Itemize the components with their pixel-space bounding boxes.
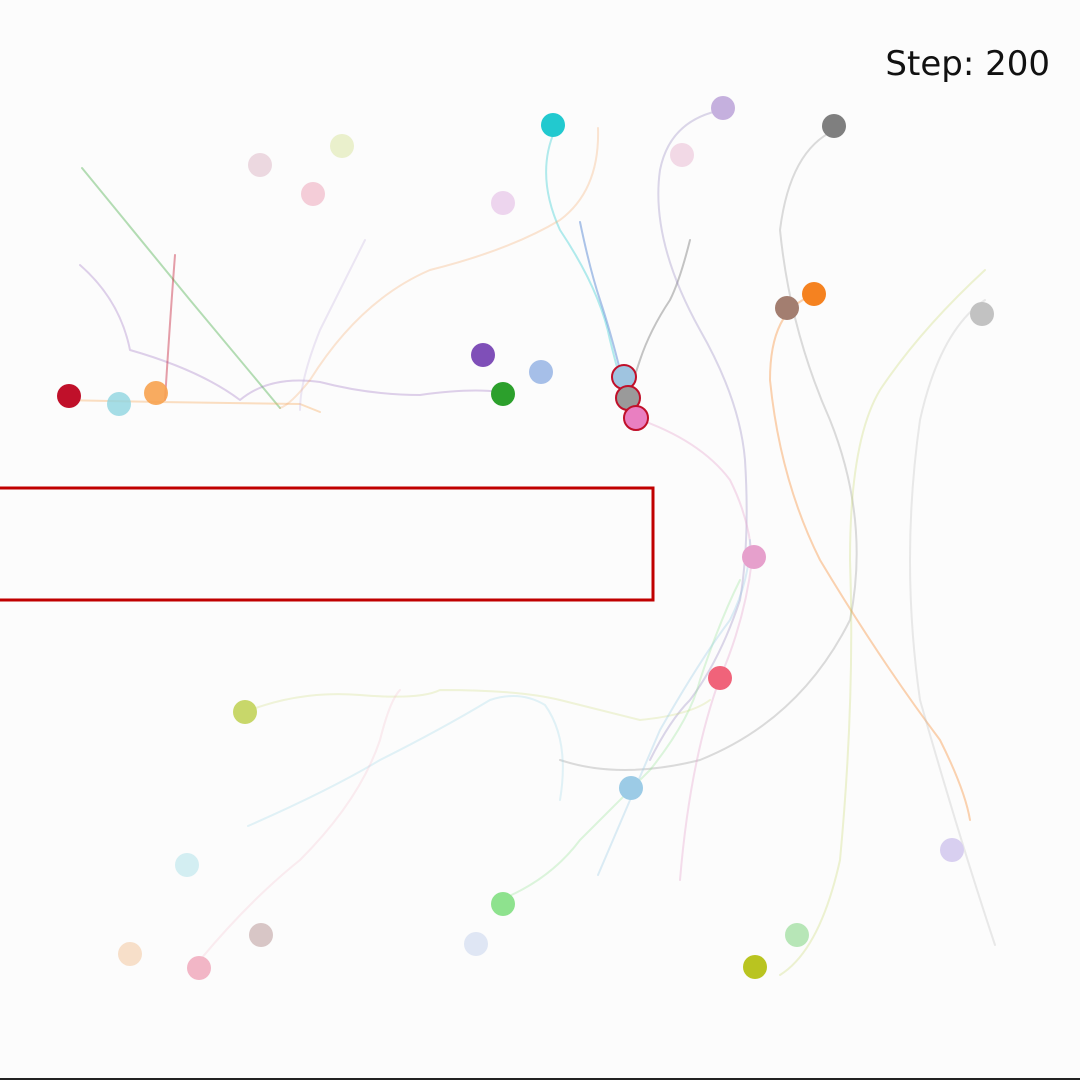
trail-t3 <box>59 399 321 413</box>
trail-t1 <box>81 167 281 409</box>
trail-t17 <box>597 539 751 876</box>
agent-palepink <box>248 153 272 177</box>
agent-steel <box>611 364 637 390</box>
trails-layer <box>59 109 996 976</box>
trail-t2 <box>79 264 501 401</box>
agent-red <box>57 384 81 408</box>
trail-t7 <box>579 221 621 371</box>
agent-orange <box>802 282 826 306</box>
agent-orange-light <box>144 381 168 405</box>
agent-paleblue <box>464 932 488 956</box>
agent-mint <box>785 923 809 947</box>
obstacle-rectangle <box>0 486 655 602</box>
agent-cyan-light <box>107 392 131 416</box>
agent-icecyan <box>175 853 199 877</box>
trail-t11 <box>769 295 971 821</box>
agents-layer <box>57 96 994 980</box>
agent-lavender <box>711 96 735 120</box>
trail-t8 <box>627 239 691 397</box>
agent-rose <box>187 956 211 980</box>
agent-palepink2 <box>670 143 694 167</box>
trail-t15 <box>499 579 741 901</box>
agent-skyblue <box>619 776 643 800</box>
agent-olive <box>743 955 767 979</box>
simulation-canvas: Step: 200 <box>0 0 1080 1080</box>
trail-t20 <box>199 689 401 961</box>
agent-palecream <box>330 134 354 158</box>
trail-t16 <box>244 689 711 721</box>
agent-lilac <box>940 838 964 862</box>
agent-peach <box>118 942 142 966</box>
agent-purple <box>471 343 495 367</box>
agent-green <box>491 382 515 406</box>
agent-paleviolet <box>491 191 515 215</box>
agent-red-mid <box>708 666 732 690</box>
trail-t12 <box>779 269 986 976</box>
agent-gray-light <box>970 302 994 326</box>
trail-t19 <box>247 695 564 827</box>
step-counter: Step: 200 <box>885 44 1050 84</box>
agent-pink <box>623 405 649 431</box>
agent-palerose <box>301 182 325 206</box>
agent-taupe <box>249 923 273 947</box>
agent-lime <box>491 892 515 916</box>
agent-gray-dark <box>822 114 846 138</box>
trail-t5 <box>545 129 626 396</box>
scene-svg <box>0 96 996 980</box>
agent-pink-mid <box>742 545 766 569</box>
agent-blue-light <box>529 360 553 384</box>
agent-brown <box>775 296 799 320</box>
trail-t9 <box>649 109 748 761</box>
agent-yellowgreen <box>233 700 257 724</box>
agent-cyan <box>541 113 565 137</box>
